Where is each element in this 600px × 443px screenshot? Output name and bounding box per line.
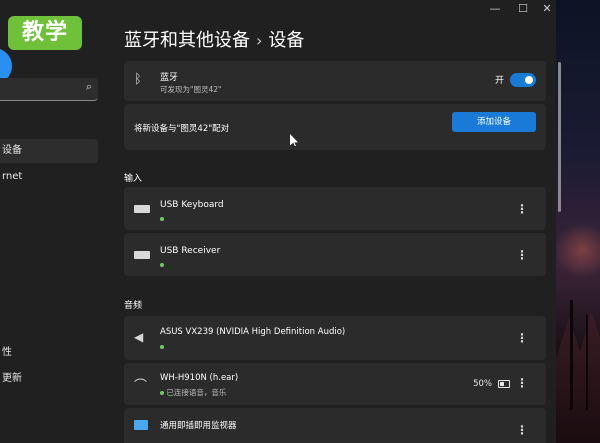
breadcrumb: 蓝牙和其他设备 › 设备: [124, 26, 304, 52]
more-options-icon[interactable]: ⋮: [516, 377, 528, 389]
battery-indicator: 50%: [473, 379, 510, 389]
device-row-pnp-monitor[interactable]: 通用即插即用监视器 ⋮: [124, 408, 546, 443]
search-icon[interactable]: ⌕: [86, 80, 92, 94]
connected-dot: [160, 263, 164, 267]
monitor-icon: [134, 420, 148, 430]
device-status-text: 已连接语音，音乐: [166, 388, 227, 397]
bluetooth-toggle-label: 开: [494, 76, 504, 86]
device-status: [160, 342, 164, 351]
device-row-usb-keyboard[interactable]: USB Keyboard ⋮: [124, 187, 546, 230]
device-name: ASUS VX239 (NVIDIA High Definition Audio…: [160, 327, 346, 337]
battery-icon: [498, 379, 510, 388]
keyboard-icon: [134, 205, 150, 213]
more-options-icon[interactable]: ⋮: [516, 332, 528, 344]
add-device-button[interactable]: 添加设备: [452, 112, 536, 132]
close-button[interactable]: ✕: [532, 0, 556, 20]
device-row-wh-h910n[interactable]: ⌒ WH-H910N (h.ear) 已连接语音，音乐 50% ⋮: [124, 363, 546, 405]
more-options-icon[interactable]: ⋮: [516, 249, 528, 261]
sidebar-item-devices[interactable]: 设备: [0, 139, 98, 163]
tutorial-badge: 教学: [8, 16, 82, 50]
connected-dot: [160, 345, 164, 349]
section-title-audio: 音频: [124, 301, 143, 311]
sidebar-item-update[interactable]: 更新: [0, 367, 98, 391]
wallpaper-tree: [586, 315, 588, 410]
connected-dot: [160, 391, 164, 395]
speaker-icon: ◀: [134, 330, 144, 344]
wallpaper-tree: [570, 300, 573, 410]
bluetooth-card: ᛒ 蓝牙 可发现为"图灵42" 开: [124, 61, 546, 101]
sidebar-item-label: 设备: [2, 145, 22, 156]
minimize-button[interactable]: —: [480, 0, 510, 20]
device-status: [160, 214, 164, 223]
pair-device-card: 将新设备与"图灵42"配对 添加设备: [124, 104, 546, 150]
toggle-knob: [525, 76, 533, 84]
bluetooth-title: 蓝牙: [160, 73, 179, 83]
scrollbar[interactable]: [558, 62, 561, 212]
page-title: 设备: [268, 30, 305, 51]
sidebar: 教学 ⌕ 设备 rnet 性 更新: [0, 0, 110, 443]
desktop-wallpaper: [556, 0, 600, 443]
device-name: USB Receiver: [160, 246, 221, 256]
wallpaper-mountain: [556, 310, 600, 443]
device-name: USB Keyboard: [160, 200, 224, 210]
search-input[interactable]: ⌕: [0, 78, 98, 101]
keyboard-icon: [134, 251, 150, 259]
device-name: 通用即插即用监视器: [160, 421, 237, 431]
breadcrumb-separator: ›: [256, 31, 263, 50]
battery-percent: 50%: [473, 379, 492, 389]
wallpaper-glow: [556, 220, 600, 280]
battery-fill: [500, 381, 504, 386]
sidebar-item-label: 更新: [2, 373, 22, 384]
breadcrumb-parent[interactable]: 蓝牙和其他设备: [124, 30, 250, 51]
headphones-icon: ⌒: [134, 379, 148, 394]
device-status: [160, 260, 164, 269]
device-row-usb-receiver[interactable]: USB Receiver ⋮: [124, 233, 546, 276]
sidebar-item-label: rnet: [2, 171, 23, 182]
more-options-icon[interactable]: ⋮: [516, 424, 528, 436]
settings-window: — ☐ ✕ 教学 ⌕ 设备 rnet 性 更新 蓝牙和其他设备 › 设备 ᛒ 蓝牙 …: [0, 0, 556, 443]
bluetooth-subtitle: 可发现为"图灵42": [160, 85, 222, 94]
sidebar-item-label: 性: [2, 347, 12, 358]
sidebar-item-network[interactable]: rnet: [0, 165, 98, 189]
sidebar-item-accessibility[interactable]: 性: [0, 341, 98, 365]
device-row-asus-vx239[interactable]: ◀ ASUS VX239 (NVIDIA High Definition Aud…: [124, 316, 546, 360]
device-name: WH-H910N (h.ear): [160, 373, 239, 383]
pair-device-text: 将新设备与"图灵42"配对: [134, 124, 230, 134]
bluetooth-toggle[interactable]: [510, 73, 536, 87]
more-options-icon[interactable]: ⋮: [516, 203, 528, 215]
section-title-input: 输入: [124, 174, 143, 184]
bluetooth-icon: ᛒ: [134, 72, 142, 87]
connected-dot: [160, 217, 164, 221]
device-status: 已连接语音，音乐: [160, 387, 226, 398]
